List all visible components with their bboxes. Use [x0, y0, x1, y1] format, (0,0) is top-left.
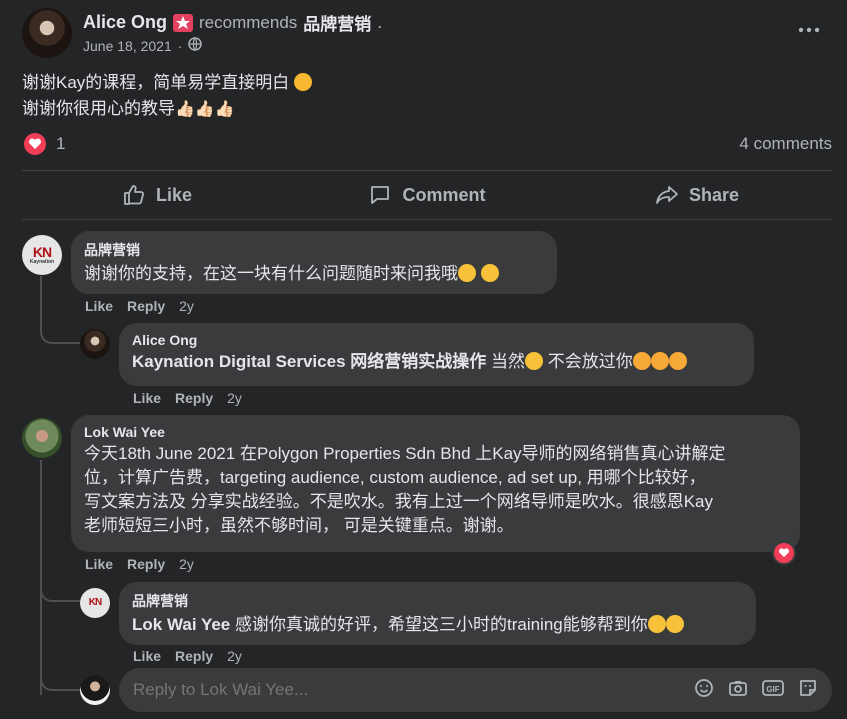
header-period: .: [377, 12, 383, 32]
lok-avatar[interactable]: [22, 418, 62, 458]
author-name[interactable]: Alice Ong: [83, 12, 167, 33]
like-icon: [124, 185, 144, 205]
smirk-emoji-icon: [665, 615, 684, 633]
reactions-summary[interactable]: 1: [24, 133, 65, 155]
camera-icon[interactable]: [728, 678, 748, 703]
reply-avatar[interactable]: [80, 329, 110, 359]
unamused-emoji-icon: [524, 352, 543, 370]
comment-actions-lok: Like Reply 2y: [85, 556, 194, 572]
comment-line-1: 今天18th June 2021 在Polygon Properties Sdn…: [84, 444, 726, 463]
comment-icon: [371, 186, 390, 204]
reply-time[interactable]: 2y: [227, 648, 242, 664]
tagged-page-link[interactable]: Kaynation Digital Services 网络营销实战操作: [132, 352, 486, 371]
smirk-emoji-icon: [480, 264, 499, 282]
reply-input-box[interactable]: GIF: [119, 668, 832, 712]
divider-top: [22, 170, 832, 171]
comment-time[interactable]: 2y: [179, 556, 194, 572]
svg-text:GIF: GIF: [766, 685, 779, 694]
more-options-icon[interactable]: [797, 20, 821, 45]
reply-actions-brand: Like Reply 2y: [133, 648, 242, 664]
tagged-user-link[interactable]: Lok Wai Yee: [132, 615, 230, 634]
comment-text: 谢谢你的支持，在这一块有什么问题随时来问我哦: [84, 264, 458, 283]
reply-bubble-brand: 品牌营销 Lok Wai Yee 感谢你真诚的好评，希望这三小时的trainin…: [119, 582, 756, 645]
share-icon: [656, 186, 678, 204]
reply-text-brand: 感谢你真诚的好评，希望这三小时的training能够帮到你: [230, 615, 648, 634]
comment-line-3: 写文案方法及 分享实战经验。不是吹水。我有上过一个网络导师是吹水。很感恩Kay: [84, 492, 714, 511]
thread-connector-4: [40, 658, 80, 691]
comment-time[interactable]: 2y: [179, 298, 194, 314]
comment-button[interactable]: Comment: [292, 172, 562, 218]
divider-bottom: [22, 219, 832, 220]
reply-author-name-brand[interactable]: 品牌营销: [132, 591, 743, 611]
comment-actions: Like Reply 2y: [85, 298, 194, 314]
star-badge-icon: [173, 13, 194, 32]
post-date[interactable]: June 18, 2021: [83, 38, 172, 54]
comment-bubble: 品牌营销 谢谢你的支持，在这一块有什么问题随时来问我哦: [71, 231, 557, 294]
reply-time[interactable]: 2y: [227, 390, 242, 406]
sticker-icon[interactable]: [798, 678, 818, 703]
love-reaction-icon: [24, 133, 46, 155]
brand-logo-mark: KN: [32, 244, 52, 260]
reply-input[interactable]: [133, 680, 673, 700]
current-user-avatar[interactable]: [80, 675, 110, 705]
brand-avatar[interactable]: KN Kaynation: [22, 235, 62, 275]
rofl-emoji-icon: [632, 352, 651, 370]
rofl-emoji-icon: [668, 352, 687, 370]
post-action-bar: Like Comment Share: [22, 172, 832, 218]
author-avatar[interactable]: [22, 8, 72, 58]
comment-bubble-lok: Lok Wai Yee 今天18th June 2021 在Polygon Pr…: [71, 415, 800, 552]
comment-line-2: 位，计算广告费，targeting audience, custom audie…: [84, 468, 706, 487]
post-body: 谢谢Kay的课程，简单易学直接明白 谢谢你很用心的教导👍🏻👍🏻👍🏻: [22, 70, 313, 123]
comment-like-button[interactable]: Like: [85, 298, 113, 314]
page-name-link[interactable]: 品牌营销: [303, 10, 371, 35]
reply-actions: Like Reply 2y: [133, 390, 242, 406]
share-button[interactable]: Share: [562, 172, 832, 218]
thumbs-up-emoji-icon: 👍🏻👍🏻👍🏻: [175, 101, 235, 118]
love-reaction-badge-icon[interactable]: [772, 541, 796, 565]
input-tools: GIF: [694, 678, 818, 703]
reply-reply-button[interactable]: Reply: [175, 390, 213, 406]
reply-reply-button[interactable]: Reply: [175, 648, 213, 664]
commenter-name-lok[interactable]: Lok Wai Yee: [84, 424, 787, 440]
post-meta: June 18, 2021 ·: [83, 37, 203, 54]
thread-connector-3: [40, 570, 80, 602]
comments-count[interactable]: 4 comments: [739, 134, 832, 154]
post-body-line2: 谢谢你很用心的教导: [22, 99, 175, 118]
reply-like-button[interactable]: Like: [133, 390, 161, 406]
comment-reply-button[interactable]: Reply: [127, 556, 165, 572]
like-button[interactable]: Like: [22, 172, 292, 218]
recommends-text: recommends: [199, 12, 298, 32]
reaction-count: 1: [56, 134, 66, 153]
comment-line-4: 老师短短三小时，虽然不够时间， 可是关键重点。谢谢。: [84, 516, 514, 535]
rofl-emoji-icon: [650, 352, 669, 370]
reply-brand-avatar[interactable]: KN: [80, 588, 110, 618]
reply-text-b: 不会放过你: [542, 352, 633, 371]
reply-like-button[interactable]: Like: [133, 648, 161, 664]
brand-logo-text: Kaynation: [29, 259, 55, 265]
comment-label: Comment: [402, 184, 486, 205]
post-body-line1: 谢谢Kay的课程，简单易学直接明白: [22, 73, 290, 92]
emoji-picker-icon[interactable]: [694, 678, 714, 703]
reply-text-a: 当然: [486, 352, 525, 371]
comment-like-button[interactable]: Like: [85, 556, 113, 572]
share-label: Share: [688, 184, 740, 205]
post-header: Alice Ong recommends 品牌营销.: [83, 10, 382, 35]
reply-author-name[interactable]: Alice Ong: [132, 332, 741, 348]
smirk-emoji-icon: [647, 615, 666, 633]
globe-icon: [188, 37, 203, 54]
comment-reply-button[interactable]: Reply: [127, 298, 165, 314]
smirk-emoji-icon: [458, 264, 476, 282]
heart-eyes-emoji-icon: [294, 73, 313, 91]
brand-logo-mark-small: KN: [88, 597, 102, 608]
gif-icon[interactable]: GIF: [762, 678, 784, 703]
commenter-name[interactable]: 品牌营销: [84, 240, 544, 260]
like-label: Like: [155, 184, 193, 205]
reply-bubble: Alice Ong Kaynation Digital Services 网络营…: [119, 323, 754, 386]
